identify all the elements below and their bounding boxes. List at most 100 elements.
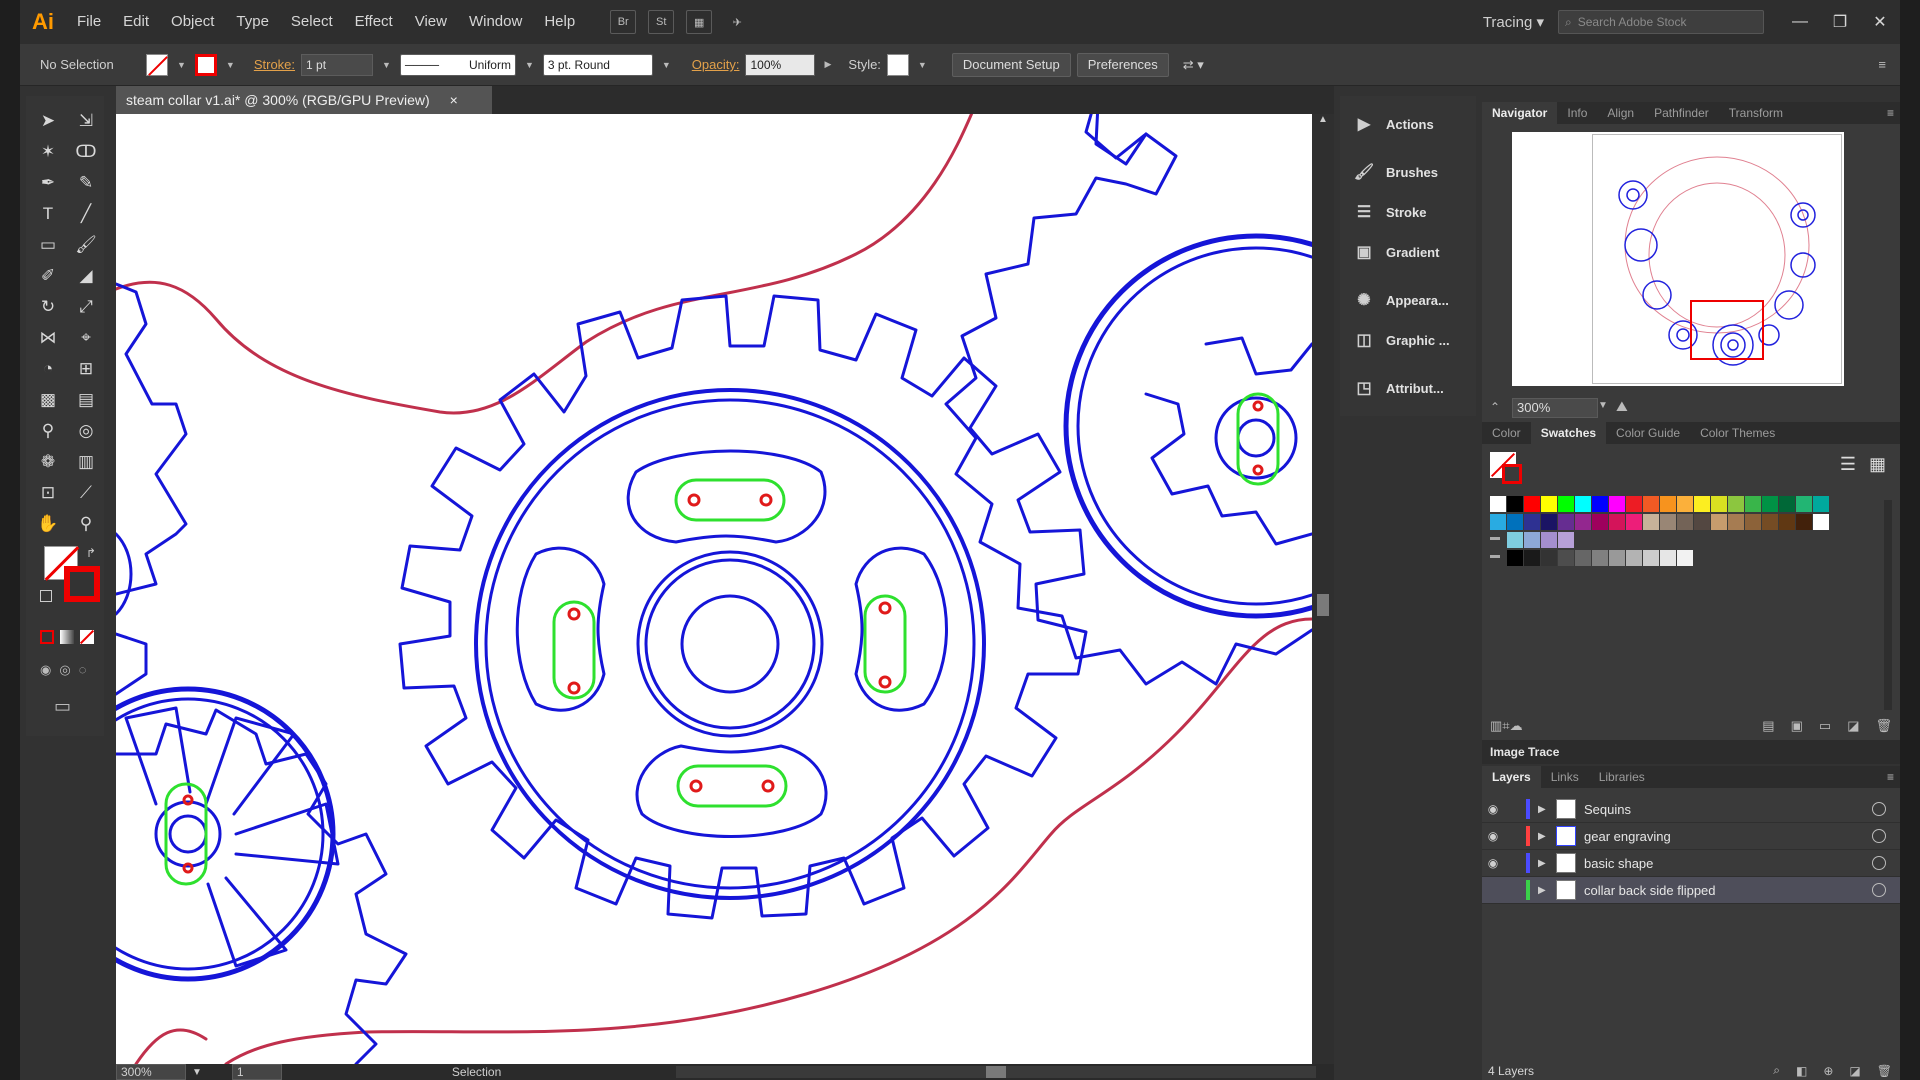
tab-info[interactable]: Info — [1557, 102, 1597, 124]
draw-behind-icon[interactable]: ◎ — [59, 662, 70, 678]
color-swatch[interactable] — [1609, 514, 1625, 530]
chevron-down-icon[interactable]: ▼ — [379, 60, 394, 70]
eye-icon[interactable]: ◉ — [1482, 856, 1504, 870]
paintbrush-tool-icon[interactable]: 🖌 — [68, 232, 104, 257]
pen-tool-icon[interactable]: ✒ — [30, 170, 66, 195]
swatch-options-icon[interactable]: ▣ — [1791, 718, 1803, 734]
color-swatch[interactable] — [1575, 514, 1591, 530]
color-swatch[interactable] — [1490, 496, 1506, 512]
fill-none-swatch[interactable] — [146, 53, 168, 76]
stroke-panel-button[interactable]: ☰ Stroke — [1340, 192, 1476, 232]
scroll-up-icon[interactable]: ▲ — [1312, 114, 1334, 125]
preferences-button[interactable]: Preferences — [1076, 52, 1169, 77]
default-colors-icon[interactable] — [40, 590, 52, 602]
swatch-libraries-icon[interactable]: ▥ — [1490, 718, 1502, 734]
opacity-field[interactable]: 100% — [745, 53, 816, 76]
width-tool-icon[interactable]: ⋈ — [30, 325, 66, 350]
mesh-tool-icon[interactable]: ▩ — [30, 387, 66, 412]
color-swatch[interactable] — [1711, 496, 1727, 512]
stroke-swatch[interactable] — [64, 566, 100, 602]
tab-color[interactable]: Color — [1482, 422, 1531, 444]
color-swatch[interactable] — [1558, 514, 1574, 530]
target-icon[interactable] — [1872, 829, 1886, 843]
artboard-canvas[interactable] — [116, 114, 1312, 1064]
h-scroll-thumb[interactable] — [986, 1066, 1006, 1078]
color-swatch[interactable] — [1813, 496, 1829, 512]
color-swatch[interactable] — [1507, 514, 1523, 530]
gradient-panel-button[interactable]: ▣ Gradient — [1340, 232, 1476, 272]
color-swatch[interactable] — [1558, 496, 1574, 512]
menu-type[interactable]: Type — [225, 0, 280, 44]
scroll-thumb[interactable] — [1317, 594, 1329, 616]
color-swatch[interactable] — [1745, 496, 1761, 512]
menu-edit[interactable]: Edit — [112, 0, 160, 44]
brush-definition[interactable]: 3 pt. Round — [542, 53, 653, 76]
zoom-tool-icon[interactable]: ⚲ — [68, 511, 104, 536]
type-tool-icon[interactable]: T — [30, 201, 66, 226]
blend-tool-icon[interactable]: ◎ — [68, 418, 104, 443]
stroke-label[interactable]: Stroke: — [254, 57, 295, 72]
column-graph-tool-icon[interactable]: ▥ — [68, 449, 104, 474]
color-swatch[interactable] — [1524, 496, 1540, 512]
eyedropper-tool-icon[interactable]: ⚲ — [30, 418, 66, 443]
color-swatch[interactable] — [1660, 514, 1676, 530]
layer-row[interactable]: ◉ ▶ gear engraving — [1482, 823, 1900, 850]
close-tab-icon[interactable]: × — [450, 92, 458, 108]
graphic-styles-panel-button[interactable]: ◫ Graphic ... — [1340, 320, 1476, 360]
menu-help[interactable]: Help — [533, 0, 586, 44]
expand-arrow-icon[interactable]: ▶ — [1538, 858, 1556, 869]
hand-tool-icon[interactable]: ✋ — [30, 511, 66, 536]
document-setup-button[interactable]: Document Setup — [951, 52, 1071, 77]
delete-icon[interactable]: 🗑 — [1877, 1064, 1892, 1078]
stroke-weight-field[interactable]: 1 pt — [301, 53, 374, 76]
line-tool-icon[interactable]: ╱ — [68, 201, 104, 226]
opacity-label[interactable]: Opacity: — [692, 57, 740, 72]
color-swatch[interactable] — [1541, 550, 1557, 566]
layer-row-selected[interactable]: ▶ collar back side flipped — [1482, 877, 1900, 904]
tab-layers[interactable]: Layers — [1482, 766, 1541, 788]
color-swatch[interactable] — [1643, 550, 1659, 566]
vertical-scrollbar[interactable]: ▲ — [1312, 114, 1334, 1064]
gradient-tool-icon[interactable]: ▤ — [68, 387, 104, 412]
chevron-down-icon[interactable]: ▼ — [192, 1067, 202, 1078]
minimize-icon[interactable]: — — [1780, 13, 1820, 31]
tab-libraries[interactable]: Libraries — [1589, 766, 1655, 788]
color-swatch[interactable] — [1728, 496, 1744, 512]
expand-arrow-icon[interactable]: ▶ — [1538, 804, 1556, 815]
delete-icon[interactable]: 🗑 — [1875, 718, 1892, 734]
color-swatch[interactable] — [1541, 514, 1557, 530]
color-swatch[interactable] — [1541, 496, 1557, 512]
close-icon[interactable]: ✕ — [1860, 12, 1900, 32]
bridge-icon[interactable]: Br — [610, 10, 637, 34]
menu-select[interactable]: Select — [280, 0, 344, 44]
color-swatch[interactable] — [1694, 496, 1710, 512]
color-swatch[interactable] — [1796, 496, 1812, 512]
lasso-tool-icon[interactable]: ↀ — [68, 139, 104, 164]
brushes-panel-button[interactable]: 🖌 Brushes — [1340, 152, 1476, 192]
color-swatch[interactable] — [1677, 496, 1693, 512]
clipping-mask-icon[interactable]: ◧ — [1796, 1064, 1807, 1078]
free-transform-tool-icon[interactable]: ⌖ — [68, 325, 104, 350]
color-swatch[interactable] — [1660, 550, 1676, 566]
swap-fill-stroke-icon[interactable]: ↱ — [86, 546, 96, 560]
color-swatch[interactable] — [1762, 496, 1778, 512]
appearance-panel-button[interactable]: ✺ Appeara... — [1340, 280, 1476, 320]
color-swatch[interactable] — [1490, 514, 1506, 530]
none-mode-icon[interactable] — [79, 629, 95, 645]
document-tab[interactable]: steam collar v1.ai* @ 300% (RGB/GPU Prev… — [116, 86, 492, 114]
color-swatch[interactable] — [1660, 496, 1676, 512]
color-swatch[interactable] — [1694, 514, 1710, 530]
color-swatch[interactable] — [1541, 532, 1557, 548]
tab-transform[interactable]: Transform — [1719, 102, 1793, 124]
expand-arrow-icon[interactable]: ▶ — [1538, 831, 1556, 842]
place-swatch-icon[interactable]: ⌗ — [1502, 718, 1509, 734]
arrange-icon[interactable]: ⇄ ▾ — [1183, 57, 1204, 73]
attributes-panel-button[interactable]: ◳ Attribut... — [1340, 368, 1476, 408]
color-swatch[interactable] — [1643, 514, 1659, 530]
perspective-grid-tool-icon[interactable]: ⊞ — [68, 356, 104, 381]
arrange-documents-icon[interactable]: ▦ — [686, 10, 713, 34]
navigator-preview[interactable] — [1512, 132, 1844, 386]
menu-window[interactable]: Window — [458, 0, 533, 44]
color-swatch[interactable] — [1643, 496, 1659, 512]
stroke-red-swatch[interactable] — [194, 53, 217, 76]
